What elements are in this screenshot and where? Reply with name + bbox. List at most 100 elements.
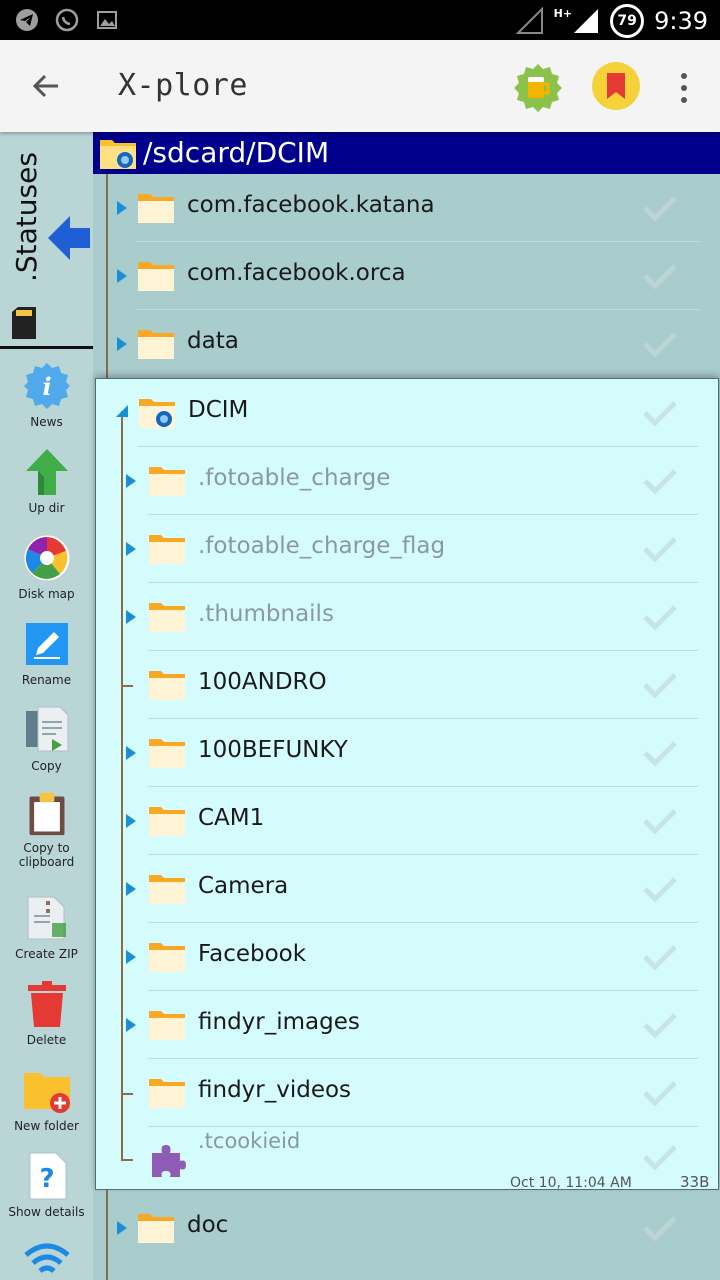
new-folder-button[interactable]: New folder — [0, 1057, 93, 1143]
checkmark-icon[interactable] — [642, 739, 678, 767]
expand-arrow-icon[interactable] — [117, 337, 127, 351]
up-dir-button[interactable]: Up dir — [0, 439, 93, 525]
collapse-arrow-icon[interactable] — [116, 405, 128, 417]
checkmark-icon[interactable] — [642, 603, 678, 631]
folder-row[interactable]: com.facebook.orca — [93, 242, 720, 310]
expand-arrow-icon[interactable] — [126, 950, 136, 964]
folder-row-dcim[interactable]: DCIM — [96, 379, 718, 447]
wifi-icon — [23, 1243, 70, 1273]
trash-icon — [27, 981, 66, 1027]
folder-icon — [149, 467, 185, 496]
switch-panel-arrow-icon[interactable] — [46, 212, 92, 264]
donate-button[interactable] — [512, 62, 564, 114]
tool-label: Show details — [8, 1205, 85, 1219]
checkmark-icon[interactable] — [642, 330, 678, 358]
signal-empty-icon — [515, 7, 543, 34]
app-bar: X-plore — [0, 40, 720, 132]
folder-row[interactable]: findyr_images — [96, 991, 718, 1059]
expand-arrow-icon[interactable] — [117, 201, 127, 215]
folder-name: Facebook — [198, 941, 307, 967]
folder-name: doc — [187, 1212, 229, 1238]
expand-arrow-icon[interactable] — [117, 1221, 127, 1235]
copy-button[interactable]: Copy — [0, 697, 93, 783]
folder-row[interactable]: .thumbnails — [96, 583, 718, 651]
checkmark-icon[interactable] — [642, 467, 678, 495]
expand-arrow-icon[interactable] — [126, 882, 136, 896]
bookmark-button[interactable] — [592, 62, 640, 110]
tool-label: Copy to clipboard — [18, 841, 75, 869]
expand-arrow-icon[interactable] — [126, 814, 136, 828]
rename-button[interactable]: Rename — [0, 611, 93, 697]
zip-icon — [27, 896, 66, 940]
expand-arrow-icon[interactable] — [126, 542, 136, 556]
checkmark-icon[interactable] — [642, 807, 678, 835]
expand-arrow-icon[interactable] — [126, 610, 136, 624]
checkmark-icon[interactable] — [642, 399, 678, 427]
create-zip-button[interactable]: Create ZIP — [0, 885, 93, 971]
file-date: Oct 10, 11:04 AM — [510, 1175, 632, 1191]
expand-arrow-icon[interactable] — [117, 269, 127, 283]
folder-row[interactable]: data — [93, 310, 720, 378]
folder-icon — [138, 194, 174, 223]
status-bar: H+ 79 9:39 — [0, 0, 720, 40]
checkmark-icon[interactable] — [642, 535, 678, 563]
tool-label: Up dir — [28, 501, 65, 515]
checkmark-icon[interactable] — [642, 943, 678, 971]
telegram-icon — [14, 7, 40, 33]
checkmark-icon[interactable] — [642, 262, 678, 290]
checkmark-icon[interactable] — [642, 1143, 678, 1171]
folder-row[interactable]: 100BEFUNKY — [96, 719, 718, 787]
folder-icon — [149, 1079, 185, 1108]
dot-icon — [681, 73, 687, 79]
news-button[interactable]: i News — [0, 353, 93, 439]
folder-icon — [149, 807, 185, 836]
folder-row[interactable]: Facebook — [96, 923, 718, 991]
checkmark-icon[interactable] — [642, 1214, 678, 1242]
disk-map-icon — [23, 534, 70, 582]
folder-row[interactable]: findyr_videos — [96, 1059, 718, 1127]
wifi-button[interactable] — [0, 1229, 93, 1280]
folder-row[interactable]: .fotoable_charge_flag — [96, 515, 718, 583]
expand-arrow-icon[interactable] — [126, 474, 136, 488]
expand-arrow-icon[interactable] — [126, 1018, 136, 1032]
checkmark-icon[interactable] — [642, 875, 678, 903]
checkmark-icon[interactable] — [642, 194, 678, 222]
checkmark-icon[interactable] — [642, 671, 678, 699]
show-details-button[interactable]: ? Show details — [0, 1143, 93, 1229]
folder-row[interactable]: doc — [93, 1194, 720, 1262]
checkmark-icon[interactable] — [642, 1079, 678, 1107]
tool-label: Delete — [26, 1033, 67, 1047]
folder-name: com.facebook.katana — [187, 192, 435, 218]
folder-icon — [138, 1214, 174, 1243]
overflow-menu-button[interactable] — [672, 68, 696, 108]
copy-to-clipboard-button[interactable]: Copy to clipboard — [0, 783, 93, 869]
pencil-icon — [25, 623, 68, 665]
image-icon — [94, 7, 120, 33]
folder-row[interactable]: Camera — [96, 855, 718, 923]
folder-camera-icon — [100, 140, 136, 169]
folder-name: CAM1 — [198, 805, 265, 831]
file-panel: /sdcard/DCIM com.facebook.katana com.fac… — [93, 132, 720, 1280]
delete-button[interactable]: Delete — [0, 971, 93, 1057]
disk-map-button[interactable]: Disk map — [0, 525, 93, 611]
folder-name: findyr_videos — [198, 1077, 352, 1103]
expand-arrow-icon[interactable] — [126, 746, 136, 760]
folder-row[interactable]: com.facebook.katana — [93, 174, 720, 242]
folder-row[interactable]: CAM1 — [96, 787, 718, 855]
side-panel-tab[interactable]: .Statuses — [0, 132, 93, 348]
folder-row[interactable]: 100ANDRO — [96, 651, 718, 719]
checkmark-icon[interactable] — [642, 1011, 678, 1039]
folder-name: data — [187, 328, 239, 354]
path-bar[interactable]: /sdcard/DCIM — [93, 132, 720, 174]
expanded-folder-dcim: DCIM .fotoable_charge .fotoable_charge_fl… — [95, 378, 719, 1191]
folder-name: 100ANDRO — [198, 669, 327, 695]
sd-card-icon — [12, 307, 36, 339]
back-button[interactable] — [22, 62, 70, 110]
folder-row[interactable]: .fotoable_charge — [96, 447, 718, 515]
clipboard-icon — [29, 792, 64, 836]
file-name: .tcookieid — [198, 1129, 301, 1153]
bookmark-icon — [607, 73, 625, 99]
file-row[interactable]: .tcookieid Oct 10, 11:04 AM 33B — [96, 1127, 718, 1195]
folder-name: DCIM — [188, 397, 249, 423]
folder-icon — [149, 943, 185, 972]
